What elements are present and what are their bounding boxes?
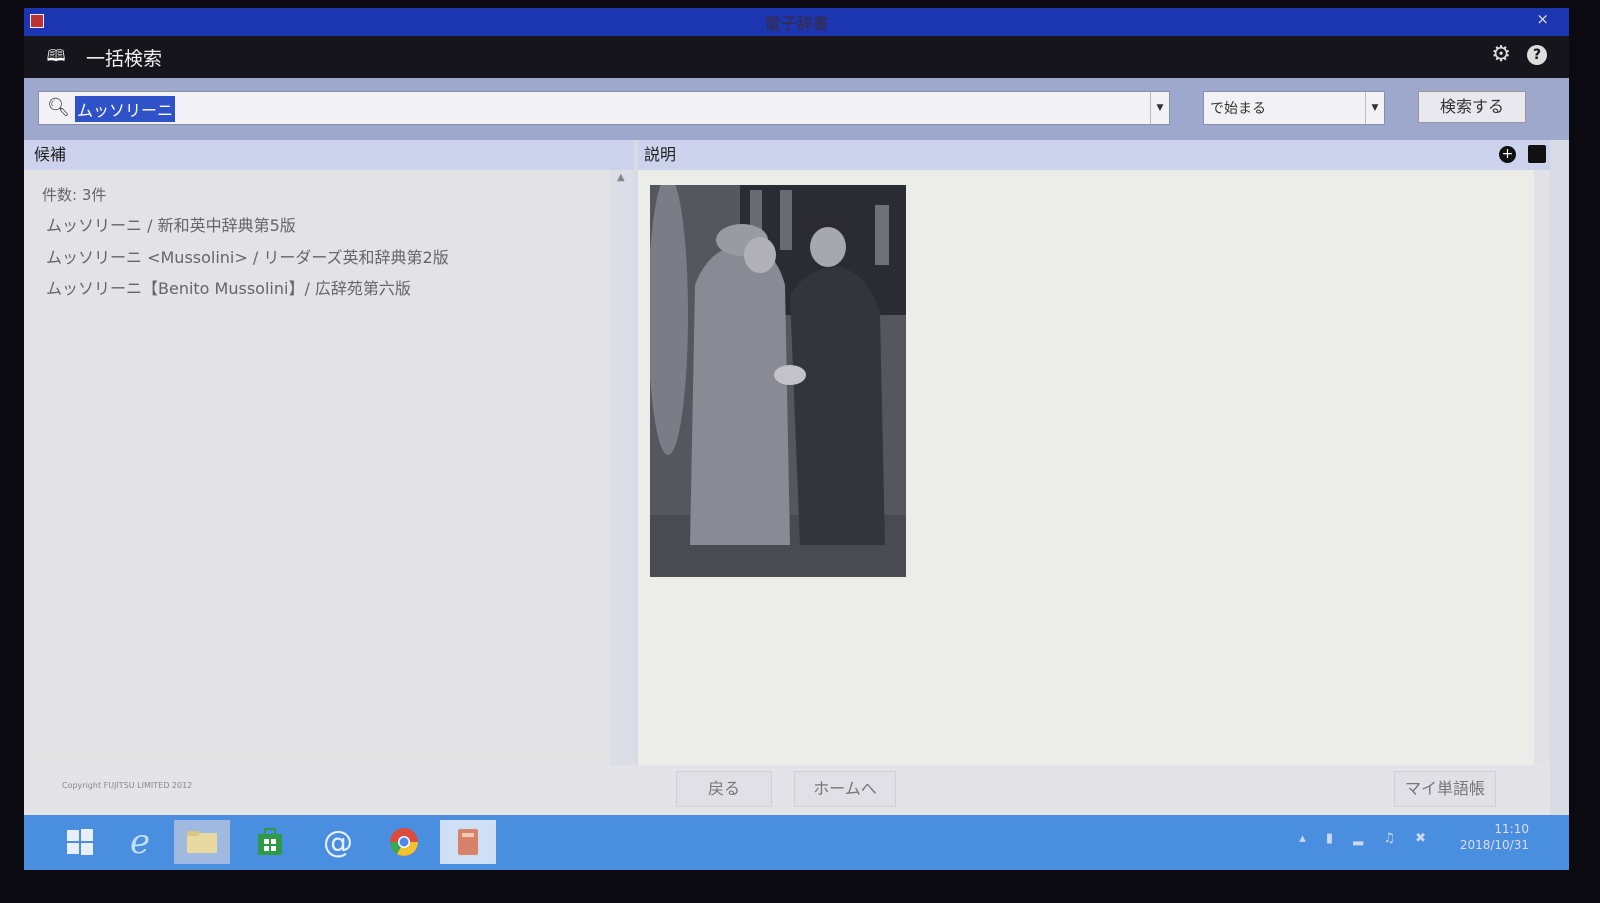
bottom-bar: Copyright FUJITSU LIMITED 2012 戻る ホームへ マ… (24, 765, 1550, 815)
list-item[interactable]: ムッソリーニ【Benito Mussolini】/ 広辞苑第六版 (46, 275, 411, 299)
list-item[interactable]: ムッソリーニ / 新和英中辞典第5版 (46, 212, 296, 236)
search-button[interactable]: 検索する (1418, 91, 1526, 123)
window-close-button[interactable]: × (1536, 10, 1549, 28)
candidates-header: 候補 (24, 140, 634, 170)
internet-explorer-icon[interactable]: e (112, 820, 168, 864)
copyright-text: Copyright FUJITSU LIMITED 2012 (62, 781, 193, 790)
chrome-icon[interactable] (376, 820, 432, 864)
app-bar: 🕮 一括検索 ⚙ ? (24, 36, 1569, 78)
store-icon[interactable] (242, 820, 298, 864)
mail-icon[interactable]: @ (310, 820, 366, 864)
result-count: 件数: 3件 (42, 186, 107, 204)
print-icon[interactable] (1528, 145, 1546, 163)
description-pane (638, 170, 1550, 765)
zoom-in-icon[interactable]: + (1499, 146, 1516, 163)
photo-image (650, 185, 906, 577)
back-button[interactable]: 戻る (676, 771, 772, 807)
search-history-dropdown[interactable]: ▼ (1150, 92, 1169, 124)
description-header: 説明 + (638, 140, 1550, 170)
window-app-icon (30, 14, 44, 28)
clock-time: 11:10 (1494, 822, 1529, 836)
book-logo-icon: 🕮 (46, 46, 66, 65)
description-scrollbar[interactable] (1534, 170, 1550, 765)
help-icon[interactable]: ? (1527, 45, 1547, 65)
list-item[interactable]: ムッソリーニ <Mussolini> / リーダーズ英和辞典第2版 (46, 244, 449, 268)
file-explorer-icon[interactable] (174, 820, 230, 864)
search-query-text[interactable]: ムッソリーニ (75, 96, 176, 122)
entry-photo (650, 185, 906, 577)
search-mode-select[interactable]: で始まる ▼ (1203, 91, 1385, 125)
search-input[interactable]: 🔍︎ ムッソリーニ ▼ (38, 91, 1170, 125)
start-icon[interactable] (52, 820, 108, 864)
tray-clock[interactable]: 11:10 2018/10/31 (1460, 821, 1529, 853)
gear-icon[interactable]: ⚙ (1491, 42, 1511, 67)
my-wordbook-button[interactable]: マイ単語帳 (1394, 771, 1496, 807)
system-tray-icons[interactable]: ▴ ▮ ▂ ♫ ✖ (1299, 831, 1434, 846)
search-row: 🔍︎ ムッソリーニ ▼ で始まる ▼ 検索する (24, 78, 1569, 140)
scroll-up-icon[interactable]: ▲ (617, 172, 625, 183)
candidates-pane: 件数: 3件 ムッソリーニ / 新和英中辞典第5版 ムッソリーニ <Mussol… (24, 170, 634, 765)
app-title: 一括検索 (86, 48, 163, 70)
window-title: 電子辞書 (764, 14, 829, 33)
search-icon: 🔍︎ (47, 97, 70, 118)
search-mode-value: で始まる (1210, 101, 1266, 117)
description-header-label: 説明 (644, 145, 677, 164)
home-button[interactable]: ホームへ (794, 771, 896, 807)
dictionary-app-icon[interactable] (440, 820, 496, 864)
chevron-down-icon[interactable]: ▼ (1365, 92, 1384, 124)
screen: 電子辞書 × 🕮 一括検索 ⚙ ? 🔍︎ ムッソリーニ ▼ で始まる ▼ 検索す… (24, 8, 1569, 870)
window-titlebar: 電子辞書 × (24, 8, 1569, 36)
candidates-scrollbar[interactable]: ▲ (610, 170, 634, 765)
taskbar: e @ ▴ ▮ ▂ ♫ ✖ 11:10 2018/10/31 (24, 815, 1569, 870)
clock-date: 2018/10/31 (1459, 838, 1529, 852)
